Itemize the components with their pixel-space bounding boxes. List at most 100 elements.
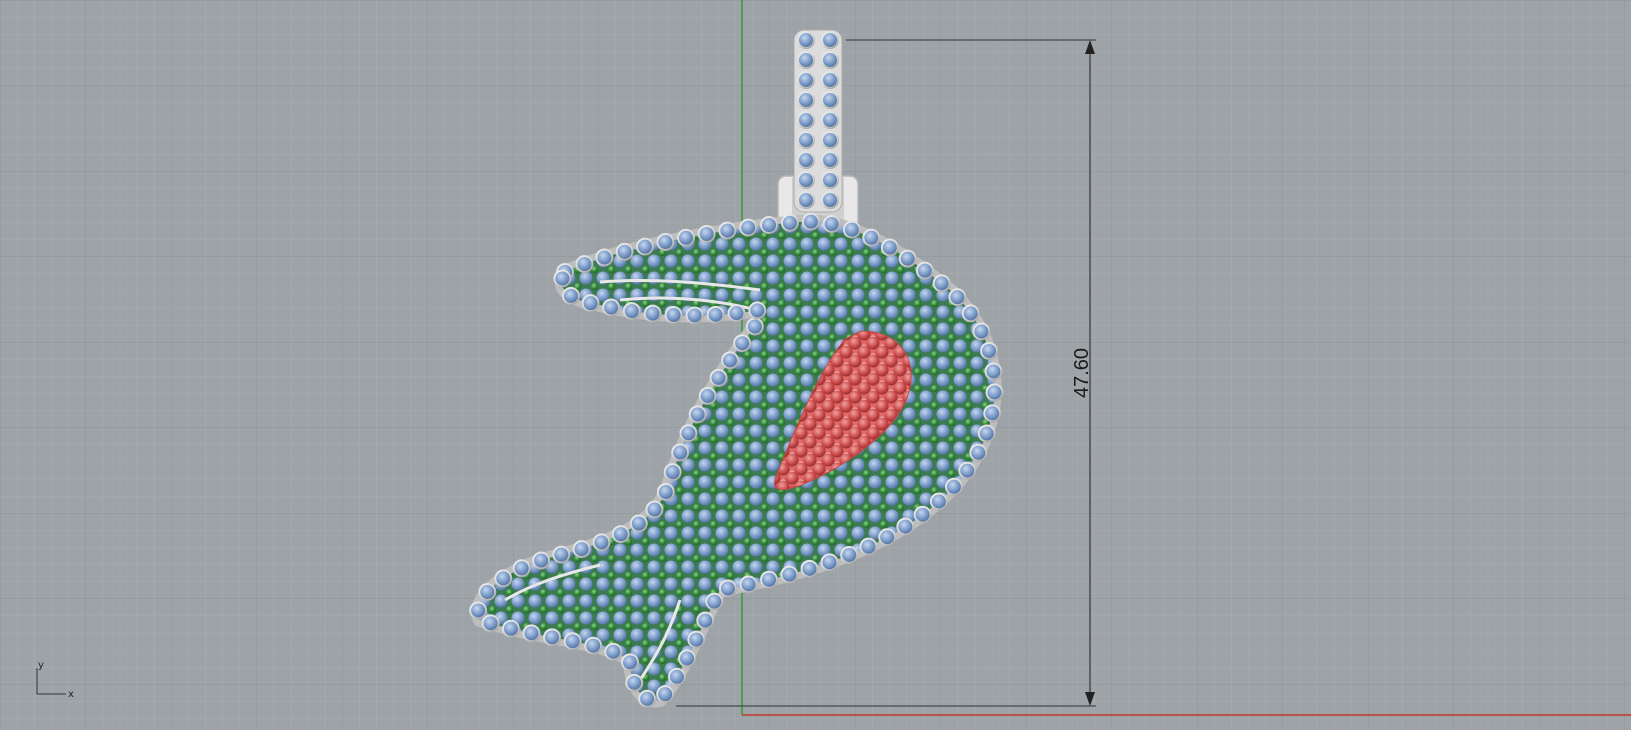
pave-accent-stone [760, 486, 769, 495]
outline-stone [982, 343, 997, 358]
pave-accent-stone [590, 588, 599, 597]
outline-stone [554, 547, 569, 562]
pave-stone [681, 509, 695, 523]
pave-accent-stone [913, 350, 922, 359]
pave-accent-stone [811, 520, 820, 529]
pave-stone [800, 322, 814, 336]
pave-stone [885, 509, 899, 523]
pave-accent-stone [590, 282, 599, 291]
outline-stone [483, 616, 498, 631]
pave-accent-stone [726, 401, 735, 410]
outline-stone [583, 296, 598, 311]
pave-stone [953, 424, 967, 438]
pave-accent-stone [777, 503, 786, 512]
pave-stone [902, 322, 916, 336]
pave-accent-stone [675, 639, 684, 648]
pave-stone [681, 560, 695, 574]
pave-stone [732, 492, 746, 506]
model-canvas[interactable]: 47.60 y x [0, 0, 1631, 730]
pave-stone [919, 356, 933, 370]
pave-accent-stone [947, 401, 956, 410]
pave-stone [681, 475, 695, 489]
pave-accent-stone [794, 265, 803, 274]
pave-stone [749, 475, 763, 489]
pave-accent-stone [692, 469, 701, 478]
pave-accent-stone [930, 333, 939, 342]
pave-stone [834, 254, 848, 268]
pave-accent-stone [692, 486, 701, 495]
outline-stone [623, 655, 638, 670]
outline-stone [606, 644, 621, 659]
bail-stone [799, 93, 813, 107]
outline-stone [861, 539, 876, 554]
outline-stone [604, 300, 619, 315]
pave-stone [783, 492, 797, 506]
pave-accent-stone [709, 435, 718, 444]
pave-stone [749, 237, 763, 251]
pave-accent-stone [760, 282, 769, 291]
pave-stone [783, 509, 797, 523]
pave-accent-stone [896, 469, 905, 478]
pave-accent-stone [726, 520, 735, 529]
pave-accent-stone [879, 520, 888, 529]
pave-accent-stone [879, 503, 888, 512]
bail-stone [823, 193, 837, 207]
pave-stone [732, 475, 746, 489]
pave-accent-stone [726, 503, 735, 512]
pave-stone [783, 237, 797, 251]
pave-stone [647, 543, 661, 557]
pave-accent-stone [862, 299, 871, 308]
pave-stone [749, 509, 763, 523]
bail-stone [799, 133, 813, 147]
bail-stone [799, 73, 813, 87]
pave-accent-stone [845, 537, 854, 546]
pave-stone [766, 271, 780, 285]
outline-stone [931, 494, 946, 509]
pave-accent-stone [896, 452, 905, 461]
dimension-value: 47.60 [1071, 348, 1093, 398]
pave-accent-stone [709, 554, 718, 563]
bail-stone [799, 53, 813, 67]
pave-accent-stone [709, 537, 718, 546]
pave-accent-stone [964, 435, 973, 444]
pave-accent-stone [658, 622, 667, 631]
pave-accent-stone [556, 622, 565, 631]
pave-accent-stone [641, 554, 650, 563]
outline-stone [503, 621, 518, 636]
pave-accent-stone [879, 469, 888, 478]
pave-accent-stone [726, 452, 735, 461]
pave-accent-stone [658, 588, 667, 597]
pave-stone [579, 611, 593, 625]
pave-stone [749, 339, 763, 353]
pave-stone [647, 577, 661, 591]
pave-accent-stone [794, 486, 803, 495]
pave-accent-stone [811, 503, 820, 512]
pave-accent-stone [913, 418, 922, 427]
outline-stone [750, 303, 765, 318]
pave-stone [613, 611, 627, 625]
pave-accent-stone [879, 299, 888, 308]
pave-stone [613, 628, 627, 642]
bail-stone [823, 153, 837, 167]
pave-accent-stone [947, 333, 956, 342]
pave-stone [902, 339, 916, 353]
pave-stone [953, 390, 967, 404]
pave-accent-stone [607, 282, 616, 291]
pave-accent-stone [692, 605, 701, 614]
viewport-top[interactable]: 47.60 y x [0, 0, 1631, 730]
pave-stone [562, 577, 576, 591]
pave-stone [834, 526, 848, 540]
pave-accent-stone [624, 265, 633, 274]
pave-stone [681, 611, 695, 625]
pave-accent-stone [675, 537, 684, 546]
pave-stone [800, 543, 814, 557]
pave-stone [732, 526, 746, 540]
pave-accent-stone [862, 316, 871, 325]
pave-stone [698, 254, 712, 268]
pave-accent-stone [913, 401, 922, 410]
outline-stone [471, 603, 486, 618]
pave-accent-stone [794, 333, 803, 342]
bail-loop[interactable] [793, 29, 843, 213]
pave-stone [749, 424, 763, 438]
outline-stone [900, 251, 915, 266]
